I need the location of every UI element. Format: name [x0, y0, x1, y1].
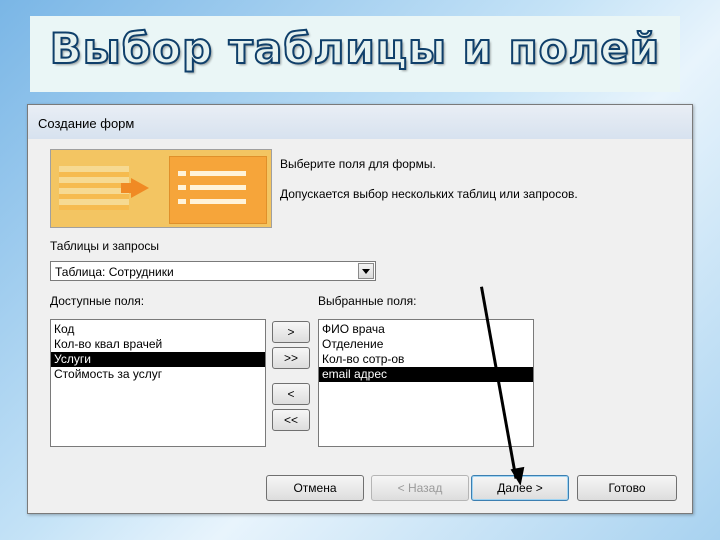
- list-item[interactable]: Отделение: [319, 337, 533, 352]
- table-select[interactable]: Таблица: Сотрудники: [50, 261, 376, 281]
- available-fields-list[interactable]: Код Кол-во квал врачей Услуги Стоймость …: [50, 319, 266, 447]
- intro-text-1: Выберите поля для формы.: [280, 157, 436, 171]
- form-wizard-dialog: Создание форм Выберите поля для формы. Д…: [27, 104, 693, 514]
- add-all-fields-button[interactable]: >>: [272, 347, 310, 369]
- list-item[interactable]: Код: [51, 322, 265, 337]
- form-graphic-line: [190, 185, 246, 190]
- slide-title: Выбор таблицы и полей: [49, 23, 661, 74]
- intro-text-2: Допускается выбор нескольких таблиц или …: [280, 187, 578, 201]
- form-wizard-illustration-icon: [50, 149, 272, 228]
- remove-field-button[interactable]: <: [272, 383, 310, 405]
- arrow-right-icon: [131, 178, 149, 198]
- list-item[interactable]: Кол-во сотр-ов: [319, 352, 533, 367]
- form-graphic-box: [178, 185, 186, 190]
- list-item[interactable]: ФИО врача: [319, 322, 533, 337]
- finish-button[interactable]: Готово: [577, 475, 677, 501]
- selected-fields-label: Выбранные поля:: [318, 294, 417, 308]
- list-item[interactable]: Стоймость за услуг: [51, 367, 265, 382]
- table-select-value: Таблица: Сотрудники: [55, 265, 174, 279]
- cancel-button[interactable]: Отмена: [266, 475, 364, 501]
- back-button[interactable]: < Назад: [371, 475, 469, 501]
- dialog-titlebar[interactable]: Создание форм: [28, 105, 692, 139]
- chevron-down-icon[interactable]: [358, 263, 374, 279]
- pointer-arrow-head-icon: [510, 466, 528, 488]
- available-fields-label: Доступные поля:: [50, 294, 145, 308]
- list-item[interactable]: Кол-во квал врачей: [51, 337, 265, 352]
- remove-all-fields-button[interactable]: <<: [272, 409, 310, 431]
- form-graphic-box: [178, 199, 186, 204]
- form-graphic-box: [178, 171, 186, 176]
- form-graphic-line: [190, 171, 246, 176]
- form-graphic: [169, 156, 267, 224]
- list-item[interactable]: Услуги: [51, 352, 265, 367]
- selected-fields-list[interactable]: ФИО врача Отделение Кол-во сотр-ов email…: [318, 319, 534, 447]
- add-field-button[interactable]: >: [272, 321, 310, 343]
- dialog-body: Выберите поля для формы. Допускается выб…: [36, 139, 684, 507]
- slide-title-box: Выбор таблицы и полей: [30, 16, 680, 92]
- tables-label: Таблицы и запросы: [50, 239, 160, 253]
- form-graphic-line: [190, 199, 246, 204]
- dialog-title: Создание форм: [38, 116, 135, 131]
- list-item[interactable]: email адрес: [319, 367, 533, 382]
- table-graphic: [59, 166, 129, 210]
